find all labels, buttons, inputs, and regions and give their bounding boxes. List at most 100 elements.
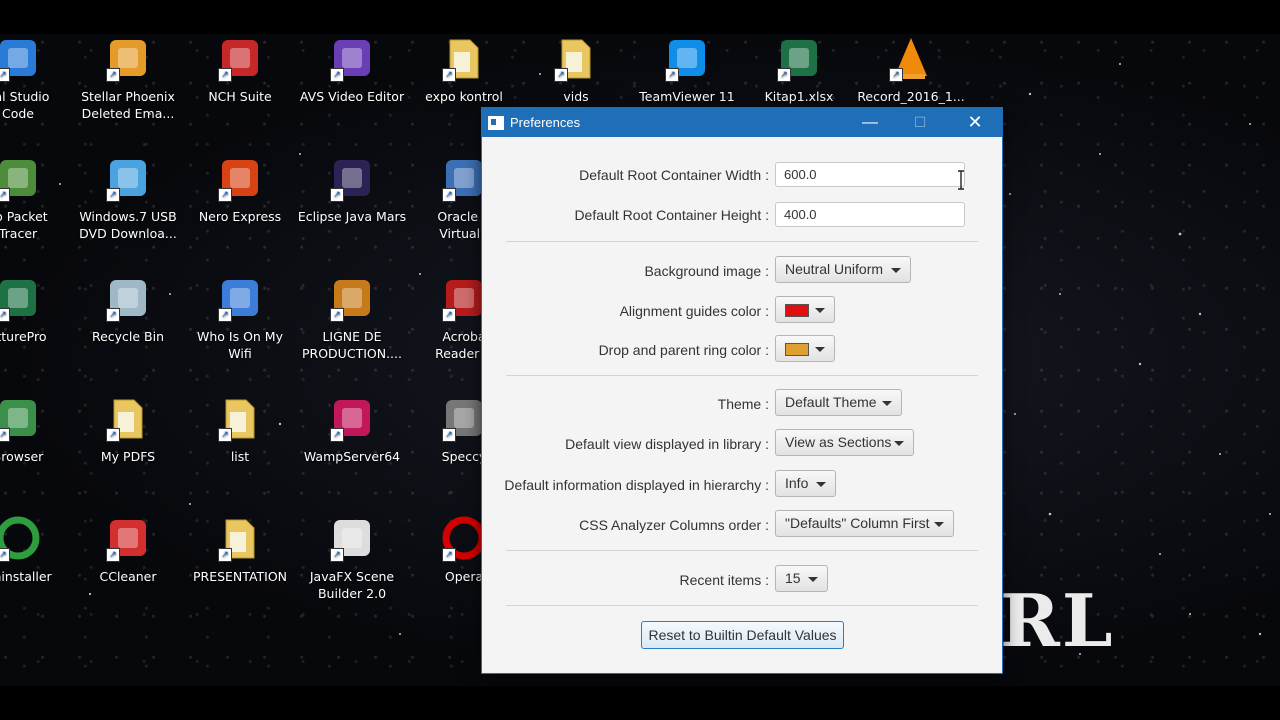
shortcut-arrow-icon: ↗ [106, 428, 120, 442]
desktop-icon[interactable]: ↗ JavaFX Scene Builder 2.0 [296, 514, 408, 602]
section-divider [506, 241, 978, 242]
root-width-field[interactable]: 600.0 [775, 162, 965, 187]
desktop-icon[interactable]: ↗ Uninstaller [0, 514, 74, 585]
desktop-icon-label: CCleaner [99, 569, 157, 584]
ccleaner-icon: ↗ [104, 514, 152, 562]
desktop-icon-label: Windows.7 USB DVD Downloa... [79, 209, 177, 241]
desktop-icon[interactable]: ↗ Who Is On My Wifi [184, 274, 296, 362]
desktop-icon-label: vids [563, 89, 589, 104]
recent-items-dropdown[interactable]: 15 [775, 565, 828, 592]
desktop-icon-label: Uninstaller [0, 569, 52, 584]
desktop-icon-label: LIGNE DE PRODUCTION.... [302, 329, 402, 361]
desktop-icon[interactable]: ↗ ctturePro [0, 274, 74, 345]
shortcut-arrow-icon: ↗ [330, 428, 344, 442]
desktop-icon-label: list [230, 449, 250, 464]
minimize-button[interactable]: — [847, 108, 893, 137]
desktop-icon[interactable]: ↗ NCH Suite [184, 34, 296, 105]
desktop-icon[interactable]: ↗ WampServer64 [296, 394, 408, 465]
desktop-icon[interactable]: ↗ PRESENTATION [184, 514, 296, 585]
desktop-icon-label: Nero Express [198, 209, 282, 224]
shortcut-arrow-icon: ↗ [0, 428, 10, 442]
uninstaller-icon: ↗ [0, 514, 42, 562]
library-view-value: View as Sections [785, 434, 892, 450]
windows-usb-icon: ↗ [104, 154, 152, 202]
avs-video-editor-icon: ↗ [328, 34, 376, 82]
css-columns-value: "Defaults" Column First [785, 515, 930, 531]
excel-icon: ↗ [0, 274, 42, 322]
root-height-label: Default Root Container Height : [574, 207, 769, 223]
desktop-icon[interactable]: ↗ AVS Video Editor [296, 34, 408, 105]
chevron-down-icon [815, 308, 825, 313]
desktop-icon[interactable]: ↗ LIGNE DE PRODUCTION.... [296, 274, 408, 362]
desktop-icon[interactable]: ↗ Stellar Phoenix Deleted Ema... [72, 34, 184, 122]
background-image-value: Neutral Uniform [785, 261, 884, 277]
desktop-icon[interactable]: ↗ Nero Express [184, 154, 296, 225]
background-image-dropdown[interactable]: Neutral Uniform [775, 256, 911, 283]
css-columns-dropdown[interactable]: "Defaults" Column First [775, 510, 954, 537]
shortcut-arrow-icon: ↗ [442, 188, 456, 202]
library-view-dropdown[interactable]: View as Sections [775, 429, 914, 456]
shortcut-arrow-icon: ↗ [0, 68, 10, 82]
desktop-icon[interactable]: ↗ expo kontrol [408, 34, 520, 105]
desktop-icon-label: Kitap1.xlsx [764, 89, 834, 104]
desktop-icon[interactable]: ↗ Eclipse Java Mars [296, 154, 408, 225]
hierarchy-info-dropdown[interactable]: Info [775, 470, 836, 497]
alignment-guides-color-label: Alignment guides color : [619, 303, 769, 319]
section-divider [506, 375, 978, 376]
theme-dropdown[interactable]: Default Theme [775, 389, 902, 416]
desktop-icon[interactable]: ↗ list [184, 394, 296, 465]
ring-color-picker[interactable] [775, 335, 835, 362]
reset-defaults-button[interactable]: Reset to Builtin Default Values [641, 621, 844, 649]
desktop-icon[interactable]: ↗ Kitap1.xlsx [743, 34, 855, 105]
ring-color-label: Drop and parent ring color : [598, 342, 769, 358]
desktop-icon-label: Record_2016_1... [857, 89, 965, 104]
close-button[interactable]: ✕ [952, 108, 998, 137]
excel-icon: ↗ [775, 34, 823, 82]
shortcut-arrow-icon: ↗ [218, 188, 232, 202]
desktop-icon[interactable]: ↗ Record_2016_1... [855, 34, 967, 105]
background-image-label: Background image : [644, 263, 769, 279]
ring-color-swatch [785, 343, 809, 356]
window-titlebar[interactable]: Preferences — ☐ ✕ [482, 108, 1002, 137]
recycle-bin-icon: ↗ [104, 274, 152, 322]
desktop-icon[interactable]: ↗ My PDFS [72, 394, 184, 465]
teamviewer-icon: ↗ [663, 34, 711, 82]
shortcut-arrow-icon: ↗ [665, 68, 679, 82]
wifi-question-icon: ↗ [216, 274, 264, 322]
shortcut-arrow-icon: ↗ [218, 428, 232, 442]
desktop-icon[interactable]: ↗ co Packet Tracer [0, 154, 74, 242]
desktop-icon[interactable]: ↗ Browser [0, 394, 74, 465]
chevron-down-icon [816, 482, 826, 487]
shortcut-arrow-icon: ↗ [777, 68, 791, 82]
css-columns-label: CSS Analyzer Columns order : [579, 517, 769, 533]
shortcut-arrow-icon: ↗ [218, 308, 232, 322]
video-watermark: RL [1000, 578, 1115, 663]
shortcut-arrow-icon: ↗ [442, 428, 456, 442]
desktop-icon[interactable]: ↗ Recycle Bin [72, 274, 184, 345]
browser-icon: ↗ [0, 394, 42, 442]
desktop-icon-label: Who Is On My Wifi [197, 329, 283, 361]
shortcut-arrow-icon: ↗ [106, 548, 120, 562]
shortcut-arrow-icon: ↗ [442, 308, 456, 322]
desktop-icon[interactable]: ↗ Windows.7 USB DVD Downloa... [72, 154, 184, 242]
packet-tracer-icon: ↗ [0, 154, 42, 202]
desktop-icon[interactable]: ↗ CCleaner [72, 514, 184, 585]
root-width-label: Default Root Container Width : [579, 167, 769, 183]
folder-icon: ↗ [552, 34, 600, 82]
vlc-icon: ↗ [887, 34, 935, 82]
shortcut-arrow-icon: ↗ [106, 308, 120, 322]
desktop-icon[interactable]: ↗ TeamViewer 11 [631, 34, 743, 105]
desktop-icon-label: NCH Suite [208, 89, 272, 104]
hierarchy-info-value: Info [785, 475, 809, 491]
hierarchy-info-label: Default information displayed in hierarc… [504, 477, 769, 493]
desktop-icon[interactable]: ↗ ual Studio Code [0, 34, 74, 122]
desktop-icon[interactable]: ↗ vids [520, 34, 632, 105]
root-height-field[interactable]: 400.0 [775, 202, 965, 227]
window-app-icon [488, 116, 504, 130]
alignment-color-swatch [785, 304, 809, 317]
desktop-icon-label: TeamViewer 11 [639, 89, 735, 104]
maximize-button[interactable]: ☐ [897, 108, 943, 137]
shortcut-arrow-icon: ↗ [442, 68, 456, 82]
desktop-icon-label: WampServer64 [303, 449, 401, 464]
alignment-guides-color-picker[interactable] [775, 296, 835, 323]
